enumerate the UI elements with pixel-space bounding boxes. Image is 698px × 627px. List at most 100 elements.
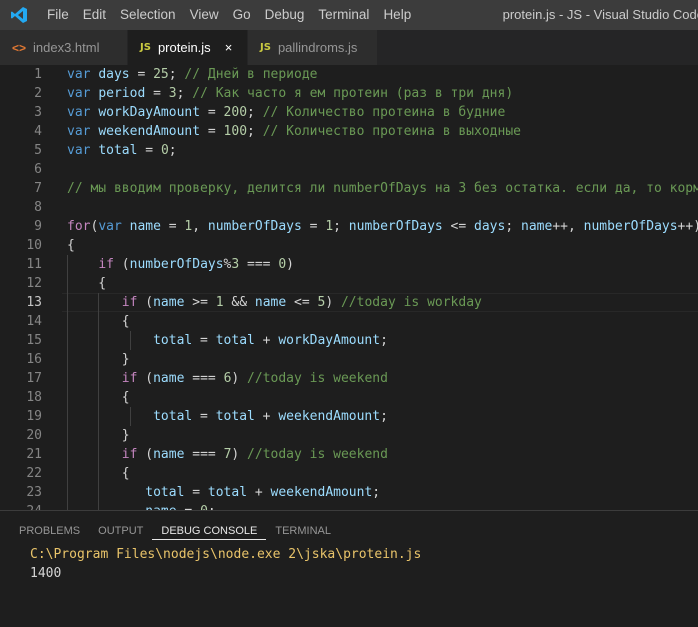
line-number: 7 [34,181,42,196]
line-number: 2 [34,86,42,101]
code-token: ++) [677,219,698,234]
code-token: name [153,447,185,462]
tab-label: index3.html [33,40,100,55]
code-token: ; [168,67,185,82]
code-token: ; [380,409,388,424]
code-line[interactable]: 1 var days = 25; // Дней в периоде [0,65,698,84]
line-number: 8 [34,200,42,215]
line-number: 5 [34,143,42,158]
tab-problems[interactable]: PROBLEMS [10,523,89,540]
code-line[interactable]: 11 if (numberOfDays%3 === 0) [0,255,698,274]
code-line[interactable]: 13 if (name >= 1 && name <= 5) //today i… [0,293,698,312]
code-line[interactable]: 18 { [0,388,698,407]
code-line[interactable]: 23 total = total + weekendAmount; [0,483,698,502]
code-text: { [67,274,106,293]
code-line[interactable]: 4 var weekendAmount = 100; // Количество … [0,122,698,141]
code-token: if [121,447,138,462]
tab-index3-html[interactable]: <> index3.html [0,30,128,65]
code-token: name [153,295,185,310]
code-token: total [153,409,193,424]
tab-terminal[interactable]: TERMINAL [266,523,340,540]
code-text: if (numberOfDays%3 === 0) [67,255,294,274]
code-token: + [254,333,279,348]
code-token: //today is workday [340,295,482,310]
code-line[interactable]: 9 for(var name = 1, numberOfDays = 1; num… [0,217,698,236]
code-line[interactable]: 8 [0,198,698,217]
code-token: weekendAmount [98,124,201,139]
code-line[interactable]: 6 [0,160,698,179]
menu-terminal[interactable]: Terminal [311,0,376,30]
code-token: ; [168,143,177,158]
code-token: === [184,447,224,462]
code-token: ; [380,333,388,348]
code-line[interactable]: 20 } [0,426,698,445]
code-line[interactable]: 19 total = total + weekendAmount; [0,407,698,426]
tab-output[interactable]: OUTPUT [89,523,152,540]
line-number: 1 [34,67,42,82]
line-number: 4 [34,124,42,139]
code-line[interactable]: 15 total = total + workDayAmount; [0,331,698,350]
menu-go[interactable]: Go [226,0,258,30]
code-token: workDayAmount [278,333,381,348]
line-number: 16 [26,352,42,367]
code-text: if (name === 6) //today is weekend [67,369,388,388]
code-token: = [301,219,326,234]
code-text: for(var name = 1, numberOfDays = 1; numb… [67,217,698,236]
code-token: if [121,295,138,310]
code-token: = [129,67,154,82]
code-token: name [254,295,287,310]
code-line[interactable]: 5 var total = 0; [0,141,698,160]
code-token: = [200,124,224,139]
line-number: 22 [26,466,42,481]
code-line[interactable]: 14 { [0,312,698,331]
js-file-icon: JS [140,42,151,53]
code-text: var days = 25; // Дней в периоде [67,65,317,84]
menu-edit[interactable]: Edit [76,0,113,30]
close-icon[interactable]: × [225,40,233,55]
code-line[interactable]: 24 name = 0; [0,502,698,510]
code-token: = [145,86,169,101]
code-line[interactable]: 2 var period = 3; // Как часто я ем проте… [0,84,698,103]
tab-debug-console[interactable]: DEBUG CONSOLE [152,523,267,540]
code-line[interactable]: 16 } [0,350,698,369]
line-number: 20 [26,428,42,443]
code-token: , [192,219,208,234]
code-line[interactable]: 12 { [0,274,698,293]
code-token: total [215,409,255,424]
code-token: { [67,238,75,253]
code-token: name [153,371,185,386]
code-token: ; [247,105,263,120]
code-token: ( [137,447,154,462]
code-token: if [98,257,114,272]
code-token: var [67,143,99,158]
code-line[interactable]: 17 if (name === 6) //today is weekend [0,369,698,388]
code-token: total [98,143,138,158]
code-token: <= [286,295,318,310]
code-line[interactable]: 21 if (name === 7) //today is weekend [0,445,698,464]
code-token: = [137,143,161,158]
menu-bar: File Edit Selection View Go Debug Termin… [40,0,418,30]
menu-selection[interactable]: Selection [113,0,183,30]
code-token: 1 [215,295,224,310]
menu-file[interactable]: File [40,0,76,30]
tab-pallindroms-js[interactable]: JS pallindroms.js [248,30,378,65]
tab-label: pallindroms.js [277,40,358,55]
menu-help[interactable]: Help [376,0,418,30]
tab-protein-js[interactable]: JS protein.js × [128,30,248,65]
menu-view[interactable]: View [183,0,226,30]
code-token: period [98,86,146,101]
code-line[interactable]: 22 { [0,464,698,483]
menu-debug[interactable]: Debug [258,0,312,30]
code-token: total [153,333,193,348]
code-text: total = total + weekendAmount; [67,483,380,502]
code-token: = [192,409,216,424]
code-token: // Количество протеина в выходные [262,124,521,139]
vscode-logo-icon[interactable] [6,0,32,30]
line-number: 12 [26,276,42,291]
code-editor[interactable]: 1 var days = 25; // Дней в периоде 2 var pe… [0,65,698,510]
code-line[interactable]: 3 var workDayAmount = 200; // Количество … [0,103,698,122]
code-line[interactable]: 7 // мы вводим проверку, делится ли numbe… [0,179,698,198]
code-token: <= [442,219,475,234]
code-line[interactable]: 10 { [0,236,698,255]
